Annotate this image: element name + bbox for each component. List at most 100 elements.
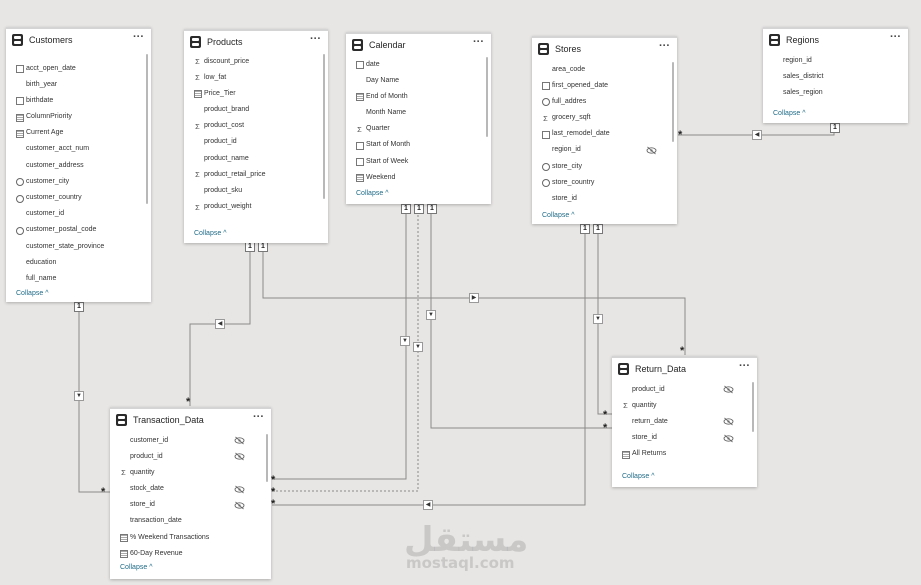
collapse-button[interactable]: Collapse ^	[356, 190, 388, 197]
field-row[interactable]: sales_district	[763, 69, 908, 85]
table-header[interactable]: Return_Data ···	[612, 358, 757, 382]
field-name: discount_price	[204, 57, 250, 65]
scrollbar[interactable]	[486, 57, 488, 137]
field-row[interactable]: customer_city	[6, 174, 151, 190]
globe-icon	[542, 179, 550, 188]
collapse-button[interactable]: Collapse ^	[194, 230, 226, 237]
field-row[interactable]: customer_state_province	[6, 239, 151, 255]
field-row[interactable]: birth_year	[6, 77, 151, 93]
scrollbar[interactable]	[672, 62, 674, 142]
field-row[interactable]: stock_date	[110, 482, 271, 498]
collapse-button[interactable]: Collapse ^	[120, 564, 152, 571]
table-card-stores[interactable]: Stores ··· area_code first_opened_date full_…	[532, 36, 677, 224]
more-options-icon[interactable]: ···	[739, 360, 750, 372]
collapse-button[interactable]: Collapse ^	[16, 290, 48, 297]
table-card-customers[interactable]: Customers ··· acct_open_date birth_year birt…	[6, 27, 151, 302]
field-row[interactable]: customer_id	[110, 433, 271, 449]
more-options-icon[interactable]: ···	[310, 33, 321, 45]
field-row[interactable]: Σ Quarter	[346, 122, 491, 138]
collapse-button[interactable]: Collapse ^	[773, 110, 805, 117]
field-row[interactable]: store_country	[532, 175, 677, 191]
field-row[interactable]: return_date	[612, 414, 757, 430]
field-row[interactable]: Σquantity	[110, 465, 271, 481]
field-row[interactable]: area_code	[532, 62, 677, 78]
field-row[interactable]: Σproduct_weight	[184, 200, 328, 216]
field-row[interactable]: product_sku	[184, 184, 328, 200]
field-row[interactable]: product_id	[184, 135, 328, 151]
table-header[interactable]: Transaction_Data ···	[110, 409, 271, 433]
field-row[interactable]: Weekend	[346, 170, 491, 186]
field-row[interactable]: Start of Week	[346, 154, 491, 170]
field-row[interactable]: store_city	[532, 159, 677, 175]
table-card-products[interactable]: Products ··· Σdiscount_price Σlow_fat Price_…	[184, 29, 328, 243]
field-row[interactable]: Σproduct_retail_price	[184, 167, 328, 183]
field-row[interactable]: customer_address	[6, 158, 151, 174]
field-row[interactable]: full_name	[6, 271, 151, 287]
field-row[interactable]: Σgrocery_sqft	[532, 111, 677, 127]
field-row[interactable]: birthdate	[6, 93, 151, 109]
field-row[interactable]: Start of Month	[346, 138, 491, 154]
scrollbar[interactable]	[323, 54, 325, 199]
field-row[interactable]: last_remodel_date	[532, 127, 677, 143]
scrollbar[interactable]	[266, 434, 268, 482]
field-row[interactable]: store_id	[612, 431, 757, 447]
field-row[interactable]: Σproduct_cost	[184, 119, 328, 135]
field-row[interactable]: End of Month	[346, 89, 491, 105]
field-row[interactable]: product_brand	[184, 103, 328, 119]
field-name: acct_open_date	[26, 64, 76, 72]
field-row[interactable]: customer_postal_code	[6, 223, 151, 239]
field-name: % Weekend Transactions	[130, 533, 210, 541]
field-row[interactable]: transaction_date	[110, 514, 271, 530]
field-row[interactable]: store_id	[110, 498, 271, 514]
hidden-eye-icon	[234, 501, 245, 510]
field-row[interactable]: region_id	[763, 53, 908, 69]
table-card-transaction-data[interactable]: Transaction_Data ··· customer_id product_id…	[110, 407, 271, 579]
table-header[interactable]: Regions ···	[763, 29, 908, 53]
field-row[interactable]: date	[346, 57, 491, 73]
more-options-icon[interactable]: ···	[133, 31, 144, 43]
field-row[interactable]: Σdiscount_price	[184, 54, 328, 70]
field-row[interactable]: product_id	[110, 449, 271, 465]
field-row[interactable]: ColumnPriority	[6, 110, 151, 126]
field-row[interactable]: customer_acct_num	[6, 142, 151, 158]
field-row[interactable]: full_addres	[532, 94, 677, 110]
field-row[interactable]: customer_id	[6, 207, 151, 223]
field-row[interactable]: customer_country	[6, 191, 151, 207]
scrollbar[interactable]	[752, 382, 754, 432]
field-row[interactable]: store_id	[532, 192, 677, 208]
table-header[interactable]: Stores ···	[532, 38, 677, 62]
table-card-calendar[interactable]: Calendar ··· date Day Name End of Month Month…	[346, 32, 491, 204]
collapse-button[interactable]: Collapse ^	[622, 473, 654, 480]
field-row[interactable]: product_id	[612, 382, 757, 398]
field-row[interactable]: Price_Tier	[184, 86, 328, 102]
field-name: product_sku	[204, 187, 243, 194]
field-row[interactable]: education	[6, 255, 151, 271]
more-options-icon[interactable]: ···	[659, 40, 670, 52]
model-canvas[interactable]: 1 * 1 1 * * 1 1 1 1 1 1 * * * * * * ▼ ◀ …	[0, 0, 921, 585]
field-row[interactable]: sales_region	[763, 85, 908, 101]
field-row[interactable]: Current Age	[6, 126, 151, 142]
table-header[interactable]: Customers ···	[6, 29, 151, 53]
field-row[interactable]: % Weekend Transactions	[110, 530, 271, 546]
field-row[interactable]: Month Name	[346, 106, 491, 122]
field-row[interactable]: region_id	[532, 143, 677, 159]
field-row[interactable]: Σlow_fat	[184, 70, 328, 86]
field-row[interactable]: 60-Day Revenue	[110, 546, 271, 562]
table-card-regions[interactable]: Regions ··· region_id sales_district sales_r…	[763, 27, 908, 123]
table-card-return-data[interactable]: Return_Data ··· product_id Σquantity return_…	[612, 356, 757, 487]
more-options-icon[interactable]: ···	[253, 411, 264, 423]
table-header[interactable]: Products ···	[184, 31, 328, 55]
field-row[interactable]: acct_open_date	[6, 61, 151, 77]
table-header[interactable]: Calendar ···	[346, 34, 491, 58]
field-row[interactable]: first_opened_date	[532, 78, 677, 94]
more-options-icon[interactable]: ···	[890, 31, 901, 43]
more-options-icon[interactable]: ···	[473, 36, 484, 48]
field-row[interactable]: Σquantity	[612, 398, 757, 414]
scrollbar[interactable]	[146, 54, 148, 204]
field-row[interactable]: Day Name	[346, 73, 491, 89]
field-row[interactable]: product_name	[184, 151, 328, 167]
cardinality-one: 1	[580, 224, 590, 234]
field-row[interactable]: All Returns	[612, 447, 757, 463]
collapse-button[interactable]: Collapse ^	[542, 212, 574, 219]
field-name: full_name	[26, 274, 57, 282]
